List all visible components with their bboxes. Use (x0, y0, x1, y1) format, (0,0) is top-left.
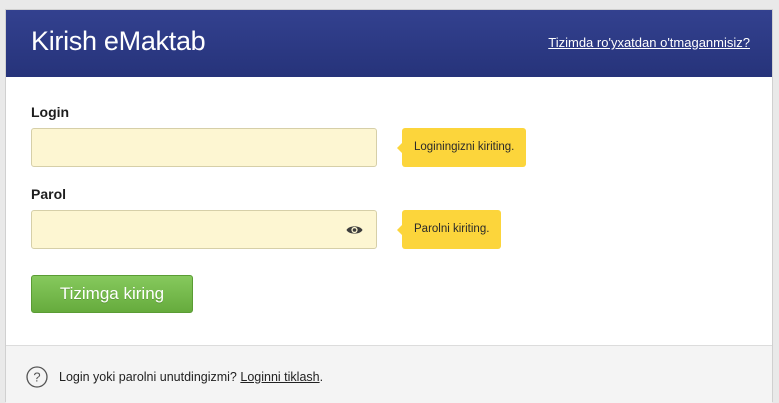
login-submit-button[interactable]: Tizimga kiring (31, 275, 193, 313)
svg-text:?: ? (33, 370, 40, 385)
footer-period: . (319, 370, 324, 384)
header-bar: Kirish eMaktab Tizimda ro'yxatdan o'tmag… (6, 10, 772, 77)
forgot-question: Login yoki parolni unutdingizmi? (59, 370, 237, 384)
login-hint-tooltip: Loginingizni kiriting. (396, 128, 527, 167)
login-input[interactable] (31, 128, 377, 167)
eye-icon[interactable] (346, 224, 363, 236)
help-circle-icon: ? (26, 366, 48, 388)
forgot-text: Login yoki parolni unutdingizmi? Loginni… (59, 370, 323, 384)
login-card: Kirish eMaktab Tizimda ro'yxatdan o'tmag… (5, 9, 773, 403)
page-title: Kirish eMaktab (31, 26, 206, 56)
footer: ? Login yoki parolni unutdingizmi? Login… (6, 345, 772, 403)
login-label: Login (31, 104, 70, 120)
password-label: Parol (31, 186, 67, 202)
password-hint-tooltip: Parolni kiriting. (396, 210, 502, 249)
password-input[interactable] (31, 210, 377, 249)
reset-login-link[interactable]: Loginni tiklash (240, 370, 319, 384)
register-link[interactable]: Tizimda ro'yxatdan o'tmaganmisiz? (548, 35, 750, 50)
